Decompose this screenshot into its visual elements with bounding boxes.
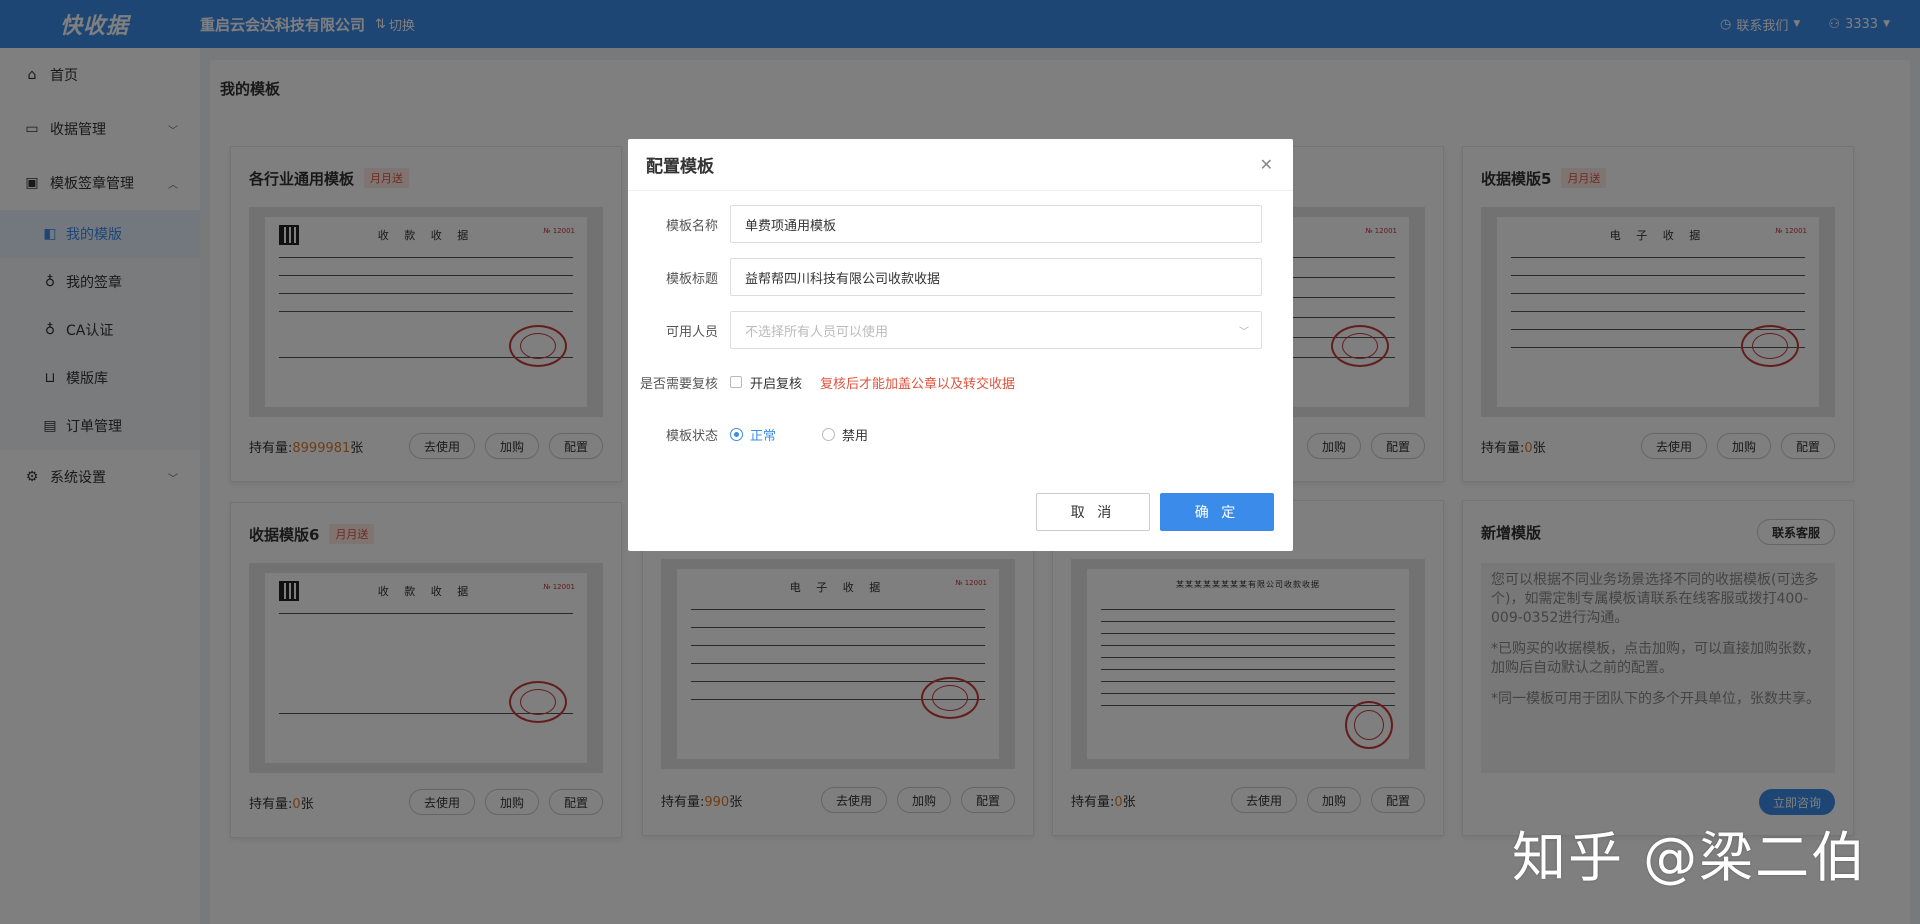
template-name-input[interactable]: 单费项通用模板 bbox=[730, 205, 1262, 243]
template-name-label: 模板名称 bbox=[665, 218, 718, 234]
dialog-title: 配置模板 bbox=[646, 157, 714, 177]
enable-review-checkbox[interactable]: 开启复核 bbox=[730, 373, 802, 392]
status-disabled-radio[interactable]: 禁用 bbox=[822, 425, 868, 444]
available-users-select[interactable]: 不选择所有人员可以使用 ﹀ bbox=[730, 311, 1262, 349]
template-title-input[interactable]: 益帮帮四川科技有限公司收款收据 bbox=[730, 258, 1262, 296]
chevron-down-icon: ﹀ bbox=[1239, 326, 1249, 338]
close-icon[interactable]: ✕ bbox=[1260, 155, 1273, 174]
checkbox-icon bbox=[730, 376, 742, 388]
status-label: 模板状态 bbox=[665, 428, 718, 444]
review-label: 是否需要复核 bbox=[639, 376, 718, 392]
available-users-placeholder: 不选择所有人员可以使用 bbox=[745, 324, 889, 340]
template-title-label: 模板标题 bbox=[665, 271, 718, 287]
radio-checked-icon bbox=[730, 427, 743, 441]
status-disabled-label: 禁用 bbox=[842, 428, 869, 444]
status-normal-radio[interactable]: 正常 bbox=[730, 425, 776, 444]
enable-review-label: 开启复核 bbox=[750, 376, 803, 392]
config-template-dialog: 配置模板 ✕ 模板名称 单费项通用模板 模板标题 益帮帮四川科技有限公司收款收据… bbox=[628, 139, 1293, 551]
confirm-button[interactable]: 确 定 bbox=[1160, 493, 1274, 531]
review-warning: 复核后才能加盖公章以及转交收据 bbox=[820, 376, 1016, 392]
watermark-text: 知乎 @梁二伯 bbox=[1512, 826, 1868, 889]
cancel-button[interactable]: 取 消 bbox=[1036, 493, 1150, 531]
radio-icon bbox=[822, 427, 836, 441]
status-normal-label: 正常 bbox=[750, 428, 777, 444]
available-users-label: 可用人员 bbox=[665, 324, 718, 340]
